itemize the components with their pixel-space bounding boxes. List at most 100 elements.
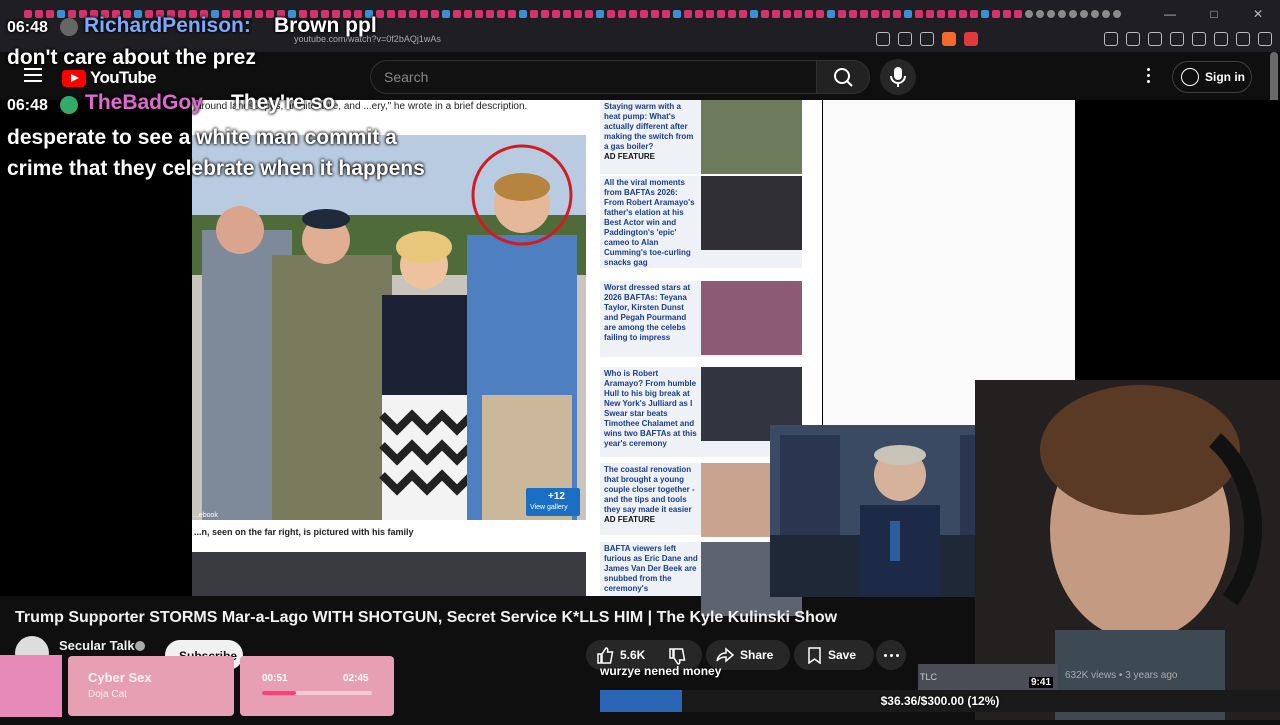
browser-tab[interactable]	[794, 10, 802, 18]
browser-tab[interactable]	[673, 10, 681, 18]
browser-tab[interactable]	[904, 10, 912, 18]
browser-tab[interactable]	[596, 10, 604, 18]
browser-tab[interactable]	[926, 10, 934, 18]
browser-tab[interactable]	[1047, 10, 1055, 18]
close-icon[interactable]: ✕	[1236, 0, 1280, 28]
browser-tab[interactable]	[1069, 10, 1077, 18]
browser-tab[interactable]	[57, 10, 65, 18]
browser-tab[interactable]	[453, 10, 461, 18]
browser-tab[interactable]	[684, 10, 692, 18]
browser-tab[interactable]	[629, 10, 637, 18]
browser-tab[interactable]	[1080, 10, 1088, 18]
browser-tab[interactable]	[442, 10, 450, 18]
settings-kebab-icon[interactable]	[1142, 68, 1154, 86]
sidebar-icon[interactable]	[1170, 32, 1184, 46]
cast-icon[interactable]	[898, 32, 912, 46]
voice-search-button[interactable]	[880, 59, 916, 95]
extension-icon[interactable]	[1126, 32, 1140, 46]
menu-icon[interactable]	[1258, 32, 1272, 46]
thumbs-up-icon[interactable]	[596, 646, 614, 664]
sign-in-button[interactable]: Sign in	[1172, 61, 1252, 93]
browser-tab[interactable]	[783, 10, 791, 18]
browser-tab[interactable]	[585, 10, 593, 18]
browser-tab[interactable]	[860, 10, 868, 18]
browser-tab[interactable]	[420, 10, 428, 18]
vpn-icon[interactable]	[1236, 32, 1250, 46]
browser-tab[interactable]	[882, 10, 890, 18]
extension-icon[interactable]	[1104, 32, 1118, 46]
browser-tab[interactable]	[662, 10, 670, 18]
browser-tab[interactable]	[948, 10, 956, 18]
browser-tab[interactable]	[1113, 10, 1121, 18]
zoom-icon[interactable]	[876, 32, 890, 46]
hamburger-menu-icon[interactable]	[24, 68, 42, 82]
brave-shield-icon[interactable]	[942, 32, 956, 46]
browser-tab[interactable]	[1058, 10, 1066, 18]
browser-tab[interactable]	[640, 10, 648, 18]
browser-tab[interactable]	[1025, 10, 1033, 18]
leo-icon[interactable]	[1214, 32, 1228, 46]
browser-tab[interactable]	[838, 10, 846, 18]
browser-tab[interactable]	[563, 10, 571, 18]
browser-tab[interactable]	[431, 10, 439, 18]
browser-tab[interactable]	[772, 10, 780, 18]
browser-tab[interactable]	[618, 10, 626, 18]
wallet-icon[interactable]	[1192, 32, 1206, 46]
search-input[interactable]: Search	[370, 60, 816, 94]
browser-tab[interactable]	[376, 10, 384, 18]
youtube-logo[interactable]: YouTube	[62, 68, 157, 88]
browser-tab[interactable]	[816, 10, 824, 18]
media-icon[interactable]	[1148, 32, 1162, 46]
browser-tab[interactable]	[706, 10, 714, 18]
minimize-icon[interactable]: —	[1148, 0, 1192, 28]
browser-tab[interactable]	[266, 10, 274, 18]
browser-tab[interactable]	[552, 10, 560, 18]
browser-tab[interactable]	[398, 10, 406, 18]
browser-tab[interactable]	[1102, 10, 1110, 18]
more-actions-icon[interactable]	[876, 640, 906, 670]
browser-tab[interactable]	[959, 10, 967, 18]
browser-tab[interactable]	[717, 10, 725, 18]
browser-tab[interactable]	[849, 10, 857, 18]
browser-tab[interactable]	[607, 10, 615, 18]
restore-icon[interactable]: □	[1192, 0, 1236, 28]
browser-tab[interactable]	[541, 10, 549, 18]
browser-tab[interactable]	[695, 10, 703, 18]
thumbs-down-icon[interactable]	[668, 647, 686, 665]
browser-tab[interactable]	[805, 10, 813, 18]
browser-tab[interactable]	[728, 10, 736, 18]
browser-tab[interactable]	[508, 10, 516, 18]
browser-tab[interactable]	[24, 10, 32, 18]
browser-tab[interactable]	[35, 10, 43, 18]
browser-tab[interactable]	[893, 10, 901, 18]
browser-tab[interactable]	[970, 10, 978, 18]
brave-rewards-icon[interactable]	[964, 32, 978, 46]
share-page-icon[interactable]	[920, 32, 934, 46]
browser-tab[interactable]	[486, 10, 494, 18]
save-button[interactable]: Save	[794, 640, 874, 670]
browser-tab[interactable]	[1091, 10, 1099, 18]
browser-tab[interactable]	[68, 10, 76, 18]
browser-tab[interactable]	[937, 10, 945, 18]
browser-tab[interactable]	[761, 10, 769, 18]
browser-tab[interactable]	[530, 10, 538, 18]
browser-tab[interactable]	[915, 10, 923, 18]
browser-tab[interactable]	[651, 10, 659, 18]
browser-tab[interactable]	[871, 10, 879, 18]
browser-tab[interactable]	[475, 10, 483, 18]
browser-tab[interactable]	[827, 10, 835, 18]
browser-tab[interactable]	[519, 10, 527, 18]
browser-tab[interactable]	[46, 10, 54, 18]
browser-tab[interactable]	[1014, 10, 1022, 18]
browser-tab[interactable]	[1036, 10, 1044, 18]
channel-name[interactable]: Secular Talk	[59, 638, 135, 653]
browser-tab[interactable]	[387, 10, 395, 18]
browser-tab[interactable]	[409, 10, 417, 18]
search-button[interactable]	[816, 60, 870, 94]
browser-tab[interactable]	[574, 10, 582, 18]
browser-tab[interactable]	[255, 10, 263, 18]
browser-tab[interactable]	[1003, 10, 1011, 18]
browser-tab[interactable]	[464, 10, 472, 18]
browser-tab[interactable]	[750, 10, 758, 18]
browser-tab[interactable]	[992, 10, 1000, 18]
